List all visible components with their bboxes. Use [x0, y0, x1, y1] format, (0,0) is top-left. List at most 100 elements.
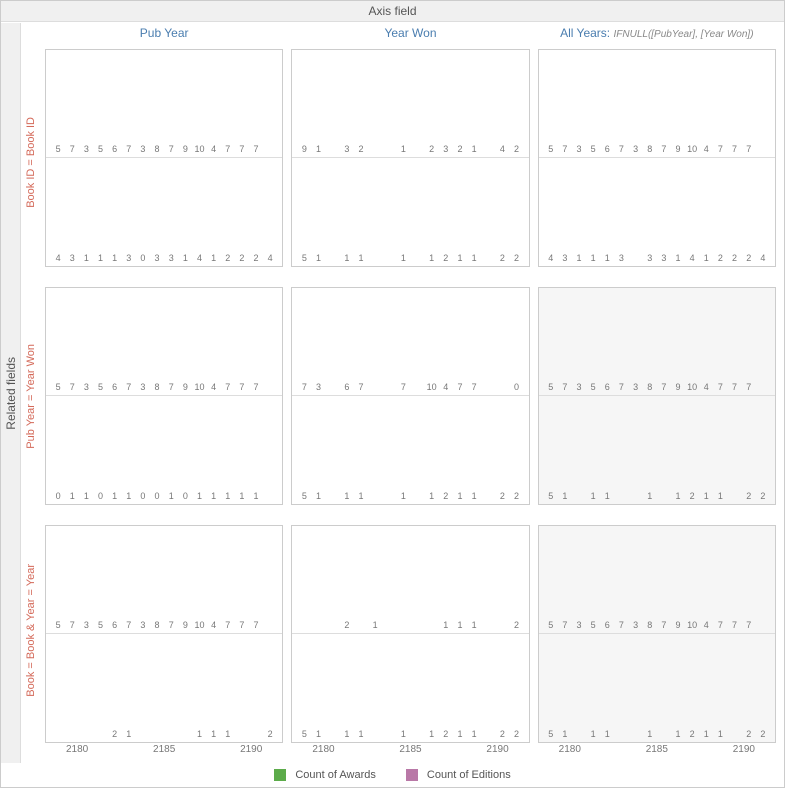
bar: 5: [298, 253, 310, 264]
bar-value-label: 1: [344, 491, 349, 501]
chart-cell: 5735673879104777431113331412224: [538, 49, 776, 267]
bar-value-label: 4: [704, 144, 709, 154]
bar-value-label: 9: [183, 144, 188, 154]
awards-subchart: 51111121122: [292, 396, 528, 504]
bar-value-label: 2: [746, 253, 751, 263]
bar-value-label: 7: [718, 144, 723, 154]
bar: 5: [587, 620, 599, 631]
bar: 1: [672, 491, 684, 502]
chart-cell: 9132123214251111121122: [291, 49, 529, 267]
bar-group: 5735673879104777: [52, 292, 276, 393]
bar: 2: [496, 491, 508, 502]
row-header-pubyear-yearwon: Pub Year = Year Won: [21, 279, 41, 513]
bar-value-label: 1: [457, 729, 462, 739]
bar: 7: [222, 620, 234, 631]
bar-value-label: 4: [197, 253, 202, 263]
col-label: Pub Year: [140, 26, 189, 40]
bar: 3: [630, 620, 642, 631]
bar-value-label: 1: [429, 729, 434, 739]
bar: 0: [137, 253, 149, 264]
swatch-editions: [406, 769, 418, 781]
bar: 4: [700, 144, 712, 155]
bar-value-label: 3: [647, 253, 652, 263]
bar: 1: [672, 253, 684, 264]
bar-value-label: 5: [548, 620, 553, 630]
bar-value-label: 9: [675, 382, 680, 392]
bar-value-label: 7: [746, 382, 751, 392]
bar-value-label: 8: [155, 144, 160, 154]
bar-value-label: 1: [239, 491, 244, 501]
swatch-awards: [274, 769, 286, 781]
bar-value-label: 1: [211, 729, 216, 739]
bar-value-label: 2: [500, 729, 505, 739]
bar: 8: [151, 620, 163, 631]
bar: 2: [496, 253, 508, 264]
bar-value-label: 2: [358, 144, 363, 154]
bar: 1: [468, 729, 480, 740]
bar-value-label: 7: [619, 382, 624, 392]
bar-value-label: 7: [746, 144, 751, 154]
bar-value-label: 7: [169, 382, 174, 392]
bar-value-label: 3: [633, 620, 638, 630]
bar: 5: [545, 491, 557, 502]
bar: 2: [341, 620, 353, 631]
bar: 1: [601, 729, 613, 740]
bar: 2: [686, 729, 698, 740]
bar-value-label: 5: [548, 382, 553, 392]
bar: 1: [644, 491, 656, 502]
bar-value-label: 10: [194, 620, 204, 630]
bar-value-label: 1: [429, 253, 434, 263]
bar-value-label: 0: [514, 382, 519, 392]
bar-value-label: 1: [254, 491, 259, 501]
bar: 1: [672, 729, 684, 740]
bar-value-label: 3: [84, 144, 89, 154]
bar: 3: [137, 144, 149, 155]
bar: 3: [165, 253, 177, 264]
bar-value-label: 1: [344, 253, 349, 263]
bar-value-label: 7: [619, 144, 624, 154]
bar: 1: [587, 729, 599, 740]
bar: 7: [250, 382, 262, 393]
bar-value-label: 5: [56, 620, 61, 630]
bar: 6: [601, 382, 613, 393]
editions-subchart: 5735673879104777: [539, 50, 775, 158]
bar-value-label: 7: [70, 382, 75, 392]
bar-value-label: 4: [704, 382, 709, 392]
bar-value-label: 1: [344, 729, 349, 739]
bar: 6: [109, 620, 121, 631]
bar: 7: [658, 620, 670, 631]
bar-value-label: 5: [548, 491, 553, 501]
bar-value-label: 3: [577, 382, 582, 392]
bar-value-label: 7: [254, 620, 259, 630]
bar: 4: [757, 253, 769, 264]
bar: 0: [94, 491, 106, 502]
bar: 5: [52, 382, 64, 393]
bar: 1: [468, 491, 480, 502]
bar-group: 5735673879104777: [545, 530, 769, 631]
bar: 2: [510, 253, 522, 264]
bar-value-label: 10: [427, 382, 437, 392]
bar-value-label: 1: [605, 253, 610, 263]
bar-value-label: 4: [268, 253, 273, 263]
bar-value-label: 3: [661, 253, 666, 263]
bar: 2: [743, 253, 755, 264]
bar: 2: [510, 729, 522, 740]
bar-value-label: 5: [56, 144, 61, 154]
bar-value-label: 3: [316, 382, 321, 392]
bar-value-label: 3: [169, 253, 174, 263]
bar: 2: [496, 729, 508, 740]
bar-value-label: 1: [443, 620, 448, 630]
bar-value-label: 1: [675, 491, 680, 501]
bar: 2: [510, 491, 522, 502]
bar: 1: [250, 491, 262, 502]
bar-value-label: 7: [401, 382, 406, 392]
bar-value-label: 0: [98, 491, 103, 501]
bar-value-label: 1: [183, 253, 188, 263]
bar: 3: [80, 382, 92, 393]
col-header-yearwon: Year Won: [287, 23, 533, 45]
bar-value-label: 1: [591, 253, 596, 263]
bar: 5: [587, 382, 599, 393]
bar: 1: [208, 491, 220, 502]
bar: 1: [559, 729, 571, 740]
bar: 1: [454, 620, 466, 631]
